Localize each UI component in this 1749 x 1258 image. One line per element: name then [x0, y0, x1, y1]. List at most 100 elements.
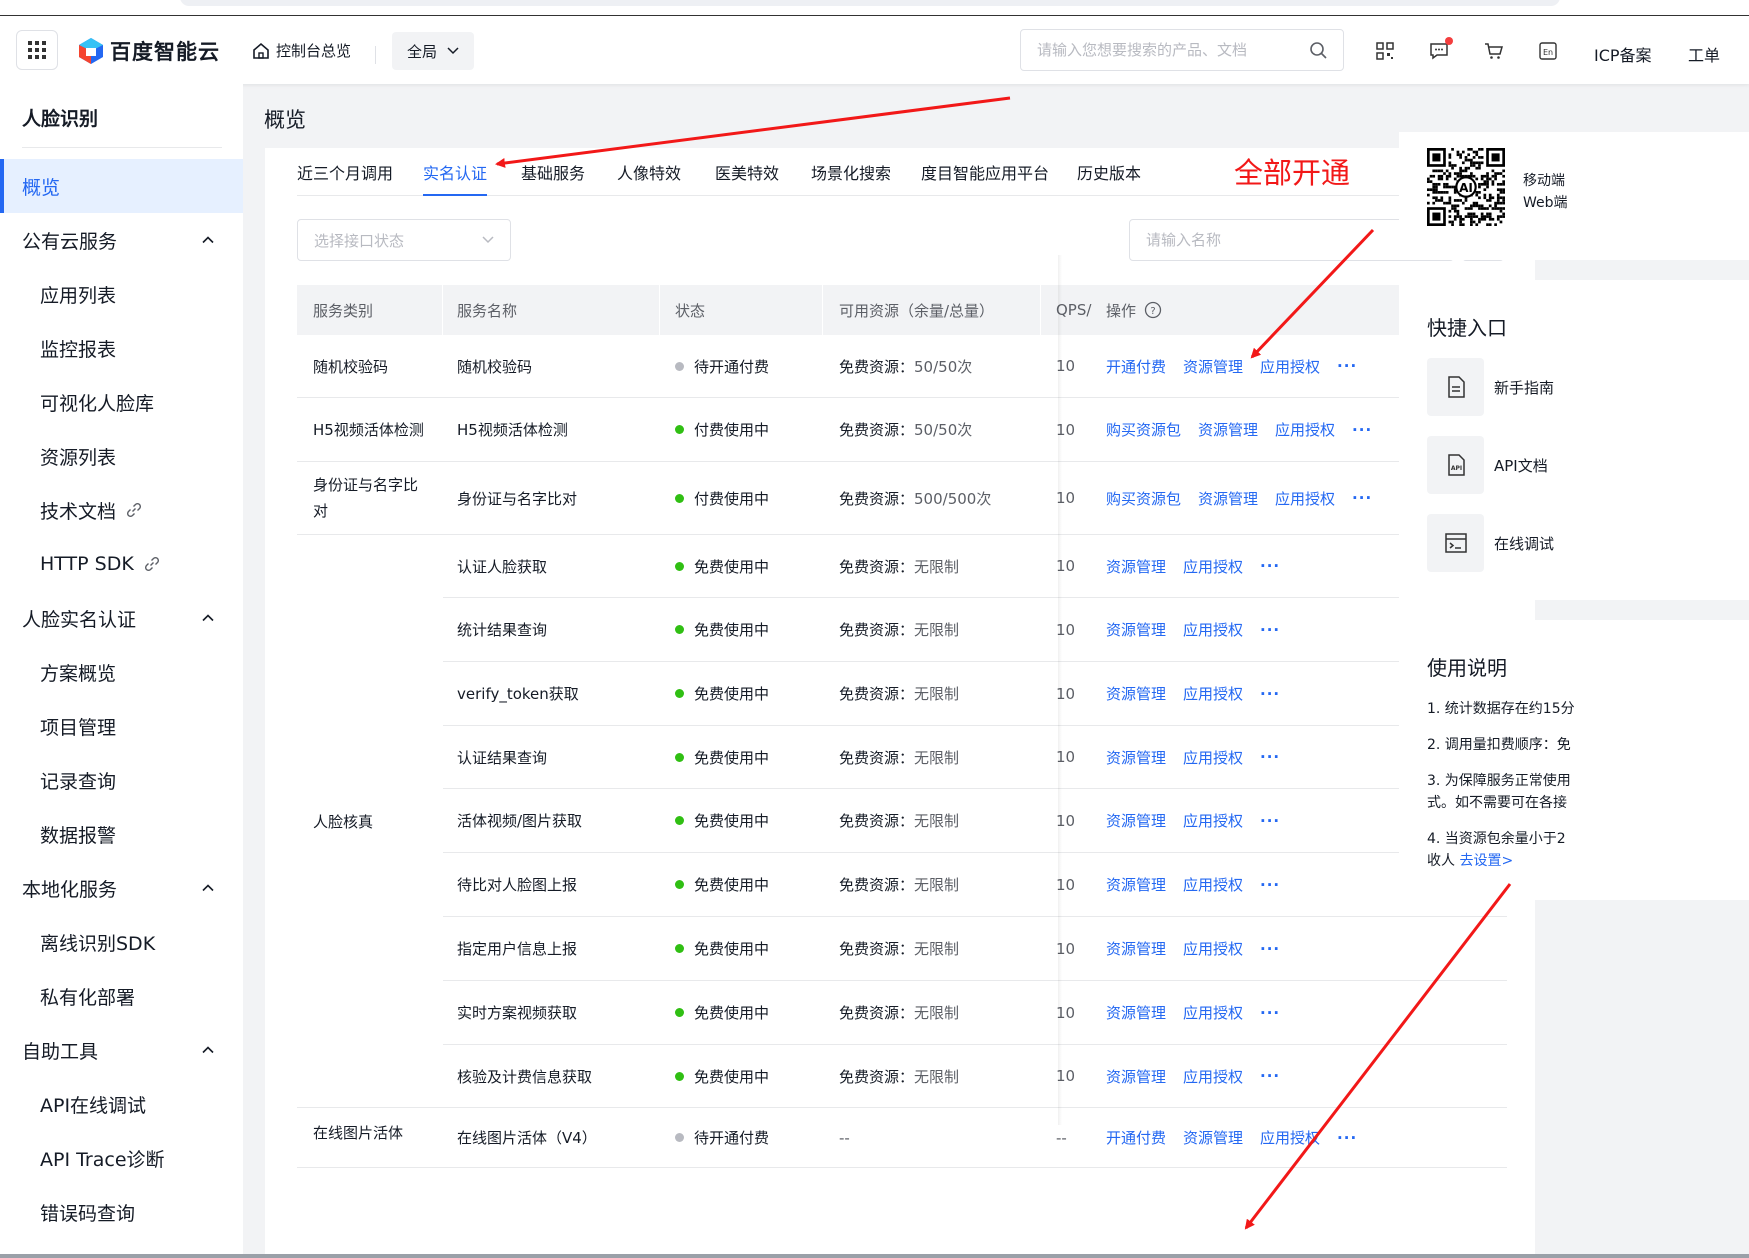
sidebar-item[interactable]: 记录查询: [0, 753, 243, 807]
more-actions-icon[interactable]: ···: [1260, 940, 1280, 958]
action-link[interactable]: 应用授权: [1183, 619, 1243, 640]
chevron-up-icon[interactable]: [201, 881, 215, 895]
action-link[interactable]: 资源管理: [1106, 556, 1166, 577]
settings-link[interactable]: 去设置>: [1459, 853, 1513, 869]
tab-item[interactable]: 近三个月调用: [297, 160, 393, 196]
sidebar-item[interactable]: 技术文档: [0, 483, 243, 537]
action-link[interactable]: 应用授权: [1275, 419, 1335, 440]
console-home-link[interactable]: 控制台总览: [252, 40, 351, 61]
action-link[interactable]: 资源管理: [1106, 874, 1166, 895]
tab-item[interactable]: 人像特效: [617, 160, 681, 196]
action-link[interactable]: 应用授权: [1183, 938, 1243, 959]
sidebar-item[interactable]: 概览: [0, 159, 243, 213]
sidebar-item[interactable]: 离线识别SDK: [0, 915, 243, 969]
tab-item[interactable]: 场景化搜索: [811, 160, 891, 196]
action-link[interactable]: 购买资源包: [1106, 419, 1181, 440]
sidebar-item[interactable]: 数据报警: [0, 807, 243, 861]
service-name: 实时方案视频获取: [457, 1004, 578, 1022]
status-text: 免费使用中: [694, 748, 770, 767]
qrcode-button[interactable]: [1374, 40, 1396, 62]
more-actions-icon[interactable]: ···: [1260, 1004, 1280, 1022]
sidebar-item[interactable]: 可视化人脸库: [0, 375, 243, 429]
name-search-input[interactable]: [1146, 231, 1419, 249]
chevron-up-icon[interactable]: [201, 611, 215, 625]
more-actions-icon[interactable]: ···: [1337, 357, 1357, 375]
more-actions-icon[interactable]: ···: [1337, 1129, 1357, 1147]
action-link[interactable]: 资源管理: [1183, 356, 1243, 377]
status-select[interactable]: 选择接口状态: [297, 219, 511, 261]
action-link[interactable]: 应用授权: [1260, 356, 1320, 377]
action-link[interactable]: 应用授权: [1183, 1066, 1243, 1087]
help-circle-icon[interactable]: ?: [1144, 301, 1162, 319]
action-link[interactable]: 资源管理: [1106, 1066, 1166, 1087]
sidebar-item[interactable]: 私有化部署: [0, 969, 243, 1023]
sidebar-item[interactable]: 应用列表: [0, 267, 243, 321]
action-link[interactable]: 资源管理: [1106, 938, 1166, 959]
action-link[interactable]: 应用授权: [1183, 683, 1243, 704]
tab-item[interactable]: 历史版本: [1077, 160, 1141, 196]
resource-prefix: 免费资源：: [839, 557, 915, 576]
action-link[interactable]: 开通付费: [1106, 1127, 1166, 1148]
more-actions-icon[interactable]: ···: [1260, 621, 1280, 639]
search-icon[interactable]: [1309, 41, 1327, 59]
action-link[interactable]: 应用授权: [1183, 747, 1243, 768]
tab-item[interactable]: 医美特效: [715, 160, 779, 196]
resource-value: 无限制: [914, 621, 960, 639]
message-button[interactable]: [1428, 37, 1453, 62]
quick-entry-guide[interactable]: 新手指南: [1427, 358, 1749, 416]
sidebar-item[interactable]: API在线调试: [0, 1077, 243, 1131]
tab-item[interactable]: 基础服务: [521, 160, 585, 196]
quick-entry-api-doc[interactable]: API API文档: [1427, 436, 1749, 494]
action-link[interactable]: 资源管理: [1198, 419, 1258, 440]
action-link[interactable]: 应用授权: [1260, 1127, 1320, 1148]
sidebar-item[interactable]: 公有云服务: [0, 213, 243, 267]
action-link[interactable]: 资源管理: [1106, 683, 1166, 704]
action-link[interactable]: 应用授权: [1183, 874, 1243, 895]
sidebar-item[interactable]: 本地化服务: [0, 861, 243, 915]
more-actions-icon[interactable]: ···: [1352, 489, 1372, 507]
action-link[interactable]: 应用授权: [1183, 810, 1243, 831]
sidebar-item[interactable]: 监控报表: [0, 321, 243, 375]
sidebar-item[interactable]: 资源列表: [0, 429, 243, 483]
tab-item[interactable]: 度目智能应用平台: [921, 160, 1049, 196]
resource-value: 无限制: [914, 876, 960, 894]
action-link[interactable]: 应用授权: [1183, 1002, 1243, 1023]
sidebar-item[interactable]: 错误码查询: [0, 1185, 243, 1239]
quick-entry-online-debug[interactable]: 在线调试: [1427, 514, 1749, 572]
icp-link[interactable]: ICP备案: [1594, 42, 1652, 66]
action-link[interactable]: 资源管理: [1183, 1127, 1243, 1148]
more-actions-icon[interactable]: ···: [1260, 748, 1280, 766]
sidebar-item[interactable]: 人脸实名认证: [0, 591, 243, 645]
action-link[interactable]: 资源管理: [1106, 747, 1166, 768]
scope-select[interactable]: 全局: [392, 32, 474, 70]
action-link[interactable]: 资源管理: [1106, 1002, 1166, 1023]
more-actions-icon[interactable]: ···: [1260, 812, 1280, 830]
apps-grid-button[interactable]: [16, 30, 58, 70]
action-link[interactable]: 资源管理: [1198, 488, 1258, 509]
sidebar-item[interactable]: API Trace诊断: [0, 1131, 243, 1185]
action-link[interactable]: 购买资源包: [1106, 488, 1181, 509]
global-search-input[interactable]: [1037, 41, 1309, 59]
tab-item[interactable]: 实名认证: [423, 160, 488, 196]
sidebar-item[interactable]: HTTP SDK: [0, 537, 243, 591]
baidu-cloud-logo[interactable]: 百度智能云: [78, 36, 220, 66]
action-link[interactable]: 应用授权: [1183, 556, 1243, 577]
chevron-up-icon[interactable]: [201, 1043, 215, 1057]
sidebar-item[interactable]: 自助工具: [0, 1023, 243, 1077]
more-actions-icon[interactable]: ···: [1260, 876, 1280, 894]
action-link[interactable]: 开通付费: [1106, 356, 1166, 377]
action-link[interactable]: 资源管理: [1106, 810, 1166, 831]
cart-button[interactable]: [1483, 40, 1505, 62]
chevron-up-icon[interactable]: [201, 233, 215, 247]
sidebar-item[interactable]: 项目管理: [0, 699, 243, 753]
more-actions-icon[interactable]: ···: [1260, 685, 1280, 703]
more-actions-icon[interactable]: ···: [1352, 421, 1372, 439]
sidebar-item[interactable]: 方案概览: [0, 645, 243, 699]
global-search[interactable]: [1020, 29, 1344, 71]
language-button[interactable]: En: [1537, 40, 1559, 62]
more-actions-icon[interactable]: ···: [1260, 1067, 1280, 1085]
action-link[interactable]: 应用授权: [1275, 488, 1335, 509]
more-actions-icon[interactable]: ···: [1260, 557, 1280, 575]
action-link[interactable]: 资源管理: [1106, 619, 1166, 640]
ticket-link[interactable]: 工单: [1688, 42, 1720, 66]
